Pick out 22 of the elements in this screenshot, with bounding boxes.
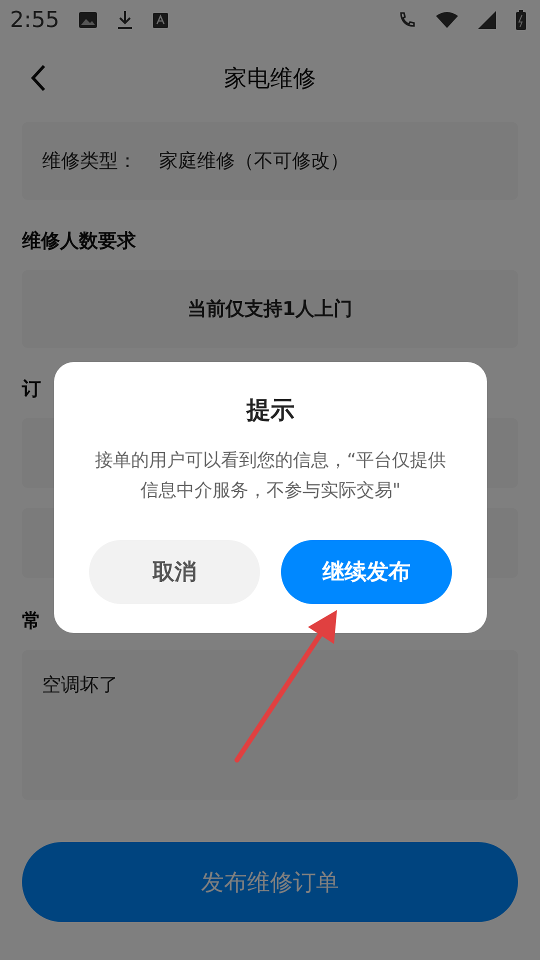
problem-text-area[interactable]: 空调坏了 — [22, 650, 518, 800]
phone-icon — [398, 11, 416, 29]
battery-icon — [516, 10, 526, 30]
field-value: 家庭维修（不可修改） — [159, 149, 349, 174]
status-time: 2:55 — [10, 8, 60, 32]
download-icon — [117, 11, 134, 29]
dialog-message: 接单的用户可以看到您的信息，“平台仅提供信息中介服务，不参与实际交易" — [94, 449, 448, 503]
section-heading: 维修人数要求 — [22, 229, 137, 254]
dialog-title: 提示 — [246, 395, 294, 426]
back-icon[interactable] — [30, 64, 46, 92]
submit-order-button[interactable]: 发布维修订单 — [22, 842, 518, 922]
headcount-note: 当前仅支持1人上门 — [187, 297, 353, 322]
image-icon — [79, 12, 98, 28]
page-title: 家电维修 — [224, 64, 316, 94]
section-heading: 常 — [22, 609, 42, 634]
field-label: 维修类型： — [42, 149, 137, 174]
signal-icon — [478, 11, 496, 29]
text-icon — [153, 12, 168, 28]
cancel-button[interactable]: 取消 — [89, 540, 260, 604]
section-heading: 订 — [22, 377, 42, 402]
wifi-icon — [436, 12, 458, 28]
continue-button[interactable]: 继续发布 — [281, 540, 452, 604]
